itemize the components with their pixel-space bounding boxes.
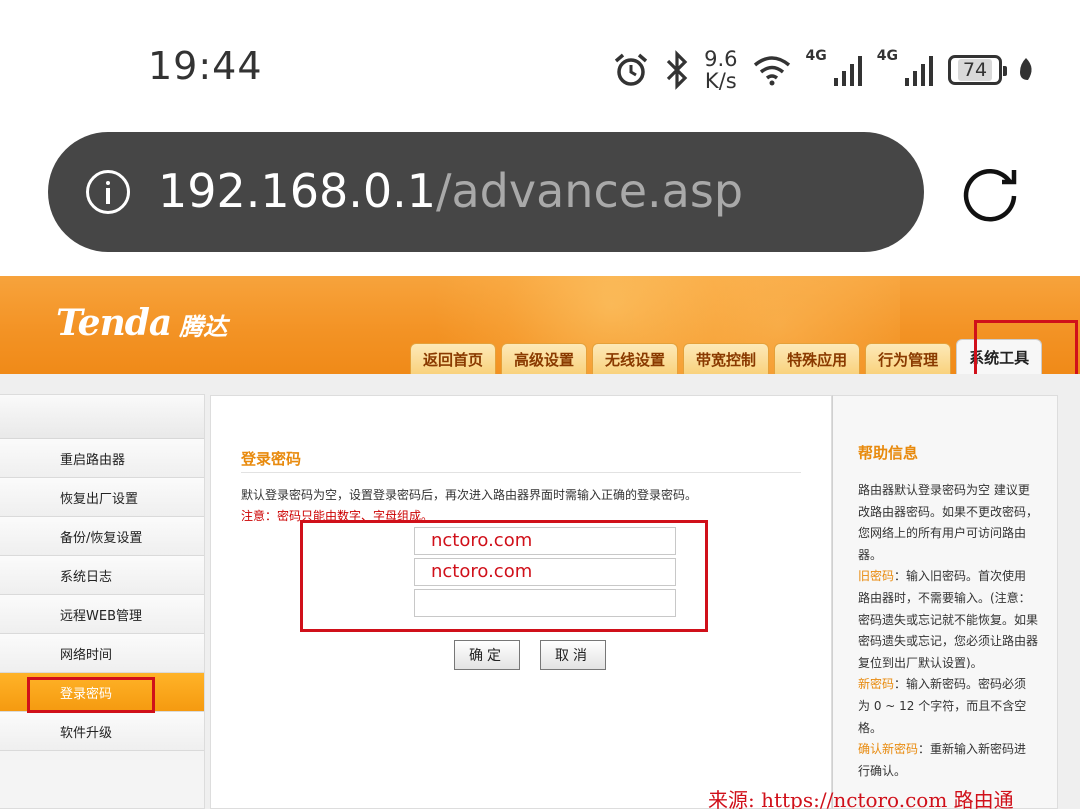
sidebar-item-factory-reset[interactable]: 恢复出厂设置 [0,478,204,517]
sidebar-item-remote-web[interactable]: 远程WEB管理 [0,595,204,634]
speed-value: 9.6 [704,47,738,71]
status-icons: 9.6 K/s 4G 4G 74 [612,40,1036,100]
network-type-2: 4G [876,48,898,64]
sidebar-item-backup[interactable]: 备份/恢复设置 [0,517,204,556]
sidebar-header [0,395,204,439]
help-title: 帮助信息 [858,444,919,462]
status-time: 19:44 [148,44,263,88]
signal-icon [833,56,862,86]
status-bar: 19:44 9.6 K/s 4G 4G 74 [0,0,1080,125]
logo-cn: 腾达 [179,313,228,341]
sidebar-item-reboot[interactable]: 重启路由器 [0,439,204,478]
leaf-icon [1020,58,1032,80]
network-type-1: 4G [805,48,827,64]
title-divider [241,472,801,473]
tab-bandwidth[interactable]: 带宽控制 [683,343,770,374]
help-confirm-key: 确认新密码 [858,742,919,757]
help-panel: 帮助信息 路由器默认登录密码为空 建议更改路由器密码。如果不更改密码，您网络上的… [832,395,1058,809]
sidebar-item-firmware-upgrade[interactable]: 软件升级 [0,712,204,751]
cancel-button[interactable]: 取消 [540,640,606,670]
router-header: Tenda 腾达 返回首页 高级设置 无线设置 带宽控制 特殊应用 行为管理 系… [0,276,1080,374]
site-info-icon[interactable] [86,170,130,214]
sidebar-item-syslog[interactable]: 系统日志 [0,556,204,595]
reload-icon[interactable] [958,160,1022,224]
tab-special-apps[interactable]: 特殊应用 [774,343,861,374]
wifi-icon [753,56,790,86]
description-text: 默认登录密码为空，设置登录密码后，再次进入路由器界面时需输入正确的登录密码。 [241,488,698,502]
speed-unit: K/s [704,69,737,93]
sidebar: 重启路由器 恢复出厂设置 备份/恢复设置 系统日志 远程WEB管理 网络时间 登… [0,394,205,809]
help-text: 路由器默认登录密码为空 建议更改路由器密码。如果不更改密码，您网络上的所有用户可… [858,480,1038,782]
sidebar-item-network-time[interactable]: 网络时间 [0,634,204,673]
tab-behavior[interactable]: 行为管理 [865,343,952,374]
help-old-key: 旧密码 [858,569,895,584]
help-old-text: ：输入旧密码。首次使用路由器时，不需要输入。(注意：密码遗失或忘记就不能恢复。如… [858,569,1039,670]
highlight-box-form [300,520,708,632]
battery-level: 74 [957,59,993,81]
confirm-button[interactable]: 确定 [454,640,520,670]
address-bar[interactable]: 192.168.0.1/advance.asp [48,132,924,252]
url-host: 192.168.0.1 [158,164,436,218]
highlight-box-tab [974,320,1078,382]
tab-advanced[interactable]: 高级设置 [501,343,588,374]
tab-wireless[interactable]: 无线设置 [592,343,679,374]
source-watermark: 来源: https://nctoro.com 路由通 [708,788,1014,809]
signal-icon [905,56,933,86]
main-nav: 返回首页 高级设置 无线设置 带宽控制 特殊应用 行为管理 系统工具 [410,339,1043,374]
page-title: 登录密码 [241,450,302,468]
url-path: /advance.asp [436,164,744,218]
highlight-box-sidebar [27,677,155,713]
logo-en: Tenda [56,302,172,344]
help-new-key: 新密码 [858,677,895,692]
battery-icon: 74 [948,55,1007,85]
tab-home[interactable]: 返回首页 [410,343,497,374]
alarm-icon [614,53,648,86]
network-speed: 9.6 K/s [704,48,737,92]
tenda-logo: Tenda 腾达 [56,302,227,344]
help-intro: 路由器默认登录密码为空 建议更改路由器密码。如果不更改密码，您网络上的所有用户可… [858,483,1039,562]
url-text[interactable]: 192.168.0.1/advance.asp [158,164,743,218]
bluetooth-icon [666,50,688,90]
